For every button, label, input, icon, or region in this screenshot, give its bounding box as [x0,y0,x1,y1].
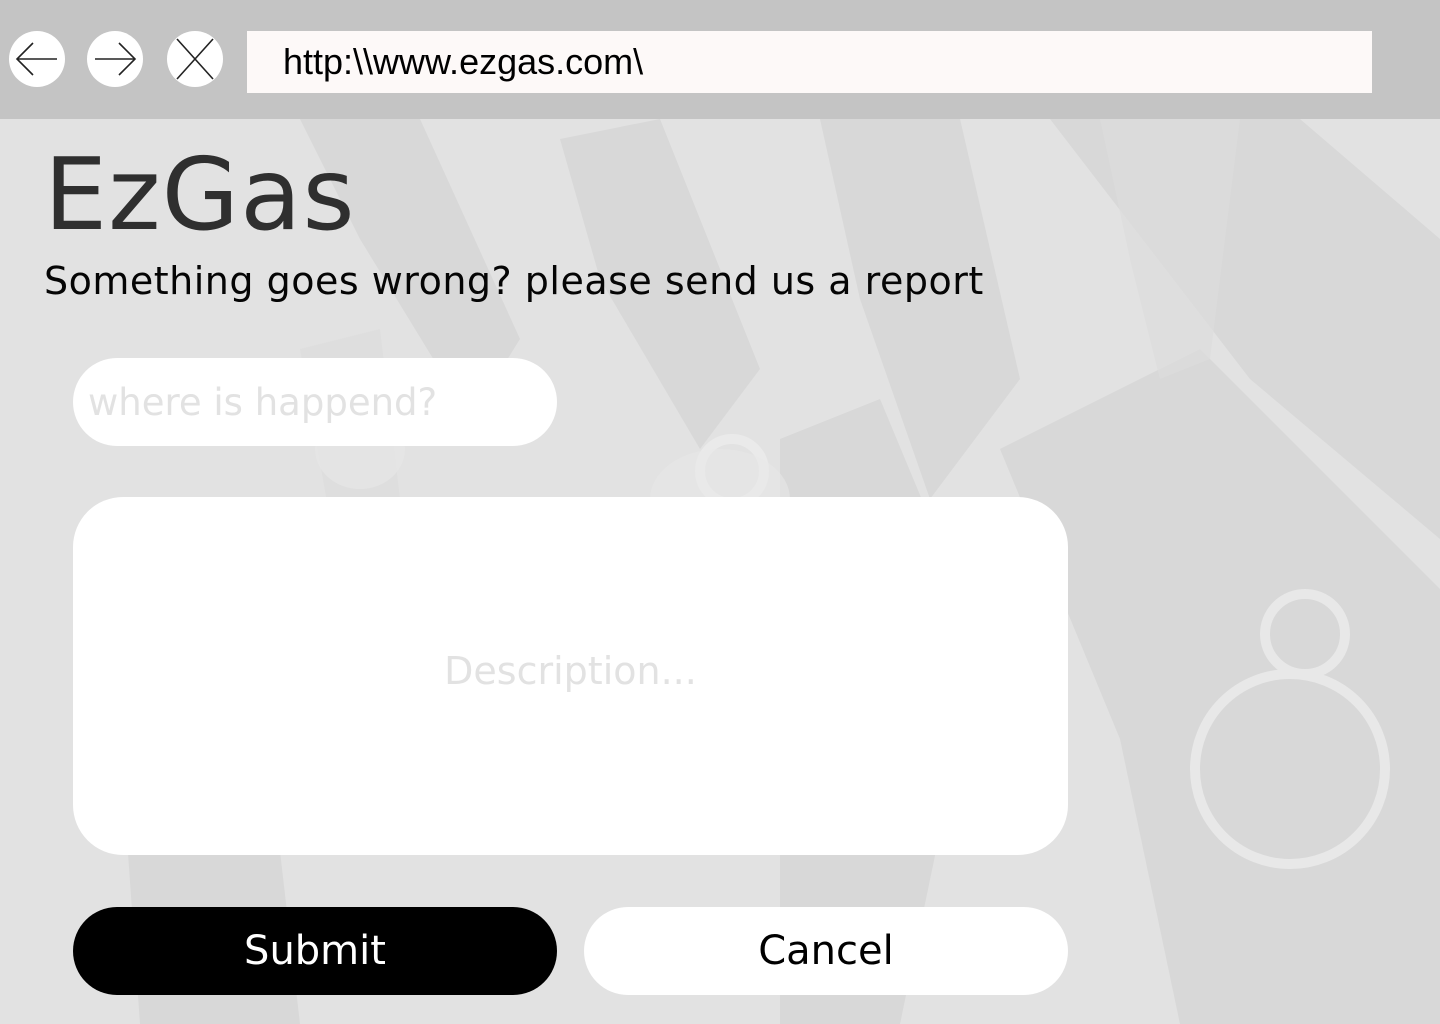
forward-button[interactable] [87,31,143,87]
cancel-button[interactable]: Cancel [584,907,1068,995]
address-bar[interactable]: http:\\www.ezgas.com\ [247,31,1372,93]
arrow-left-icon [15,42,57,76]
description-textarea[interactable] [73,497,1068,855]
close-icon [176,38,214,80]
back-button[interactable] [9,31,65,87]
brand-title: EzGas [44,136,356,253]
url-text: http:\\www.ezgas.com\ [283,41,644,82]
page: http:\\www.ezgas.com\ EzGas Something go… [0,0,1440,1024]
location-input[interactable] [73,358,557,446]
browser-toolbar: http:\\www.ezgas.com\ [0,0,1440,119]
close-button[interactable] [167,31,223,87]
arrow-right-icon [95,42,137,76]
report-page: EzGas Something goes wrong? please send … [0,0,1440,1024]
page-subtitle: Something goes wrong? please send us a r… [44,259,984,303]
submit-button[interactable]: Submit [73,907,557,995]
